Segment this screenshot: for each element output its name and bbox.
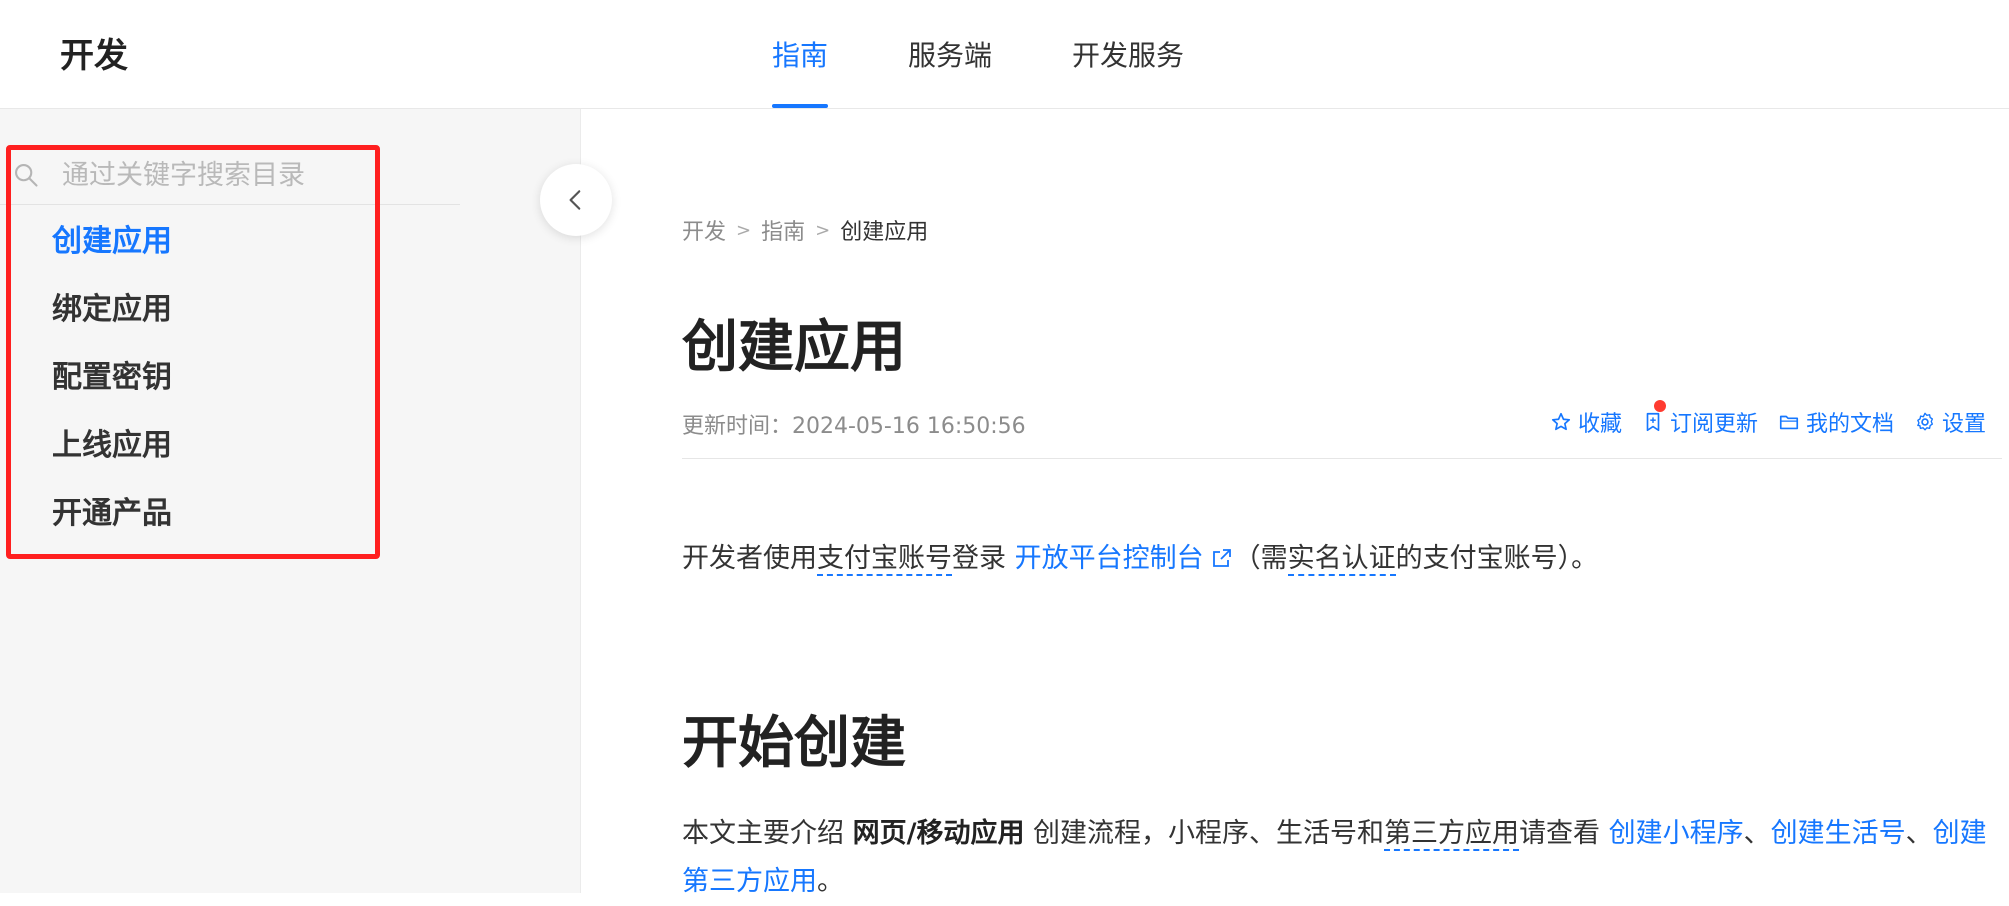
sidebar-item-enable-products[interactable]: 开通产品 [52,490,172,558]
text: 、 [1743,818,1771,849]
term-alipay-account[interactable]: 支付宝账号 [817,543,952,576]
breadcrumb: 开发 > 指南 > 创建应用 [682,214,928,246]
gear-icon [1917,412,1934,431]
updated-time: 更新时间：2024-05-16 16:50:56 [682,414,1026,439]
term-third-party-app[interactable]: 第三方应用 [1384,818,1520,851]
my-docs-button[interactable]: 我的文档 [1778,406,1894,438]
breadcrumb-parent[interactable]: 指南 [761,214,805,246]
page-title: 创建应用 [682,315,906,380]
favorite-button[interactable]: 收藏 [1550,406,1622,438]
console-link[interactable]: 开放平台控制台 [1015,543,1234,574]
breadcrumb-current: 创建应用 [840,220,929,245]
top-nav: 指南 服务端 开发服务 [772,0,1264,108]
sidebar-item-bind-app[interactable]: 绑定应用 [52,286,172,354]
breadcrumb-separator: > [815,219,831,241]
text: 。 [817,866,844,897]
external-link-icon [1212,549,1231,567]
term-real-name-auth[interactable]: 实名认证 [1287,543,1396,576]
star-icon [1551,412,1571,431]
breadcrumb-separator: > [736,219,752,241]
text: 创建流程，小程序、生活号和 [1024,818,1385,849]
sidebar-item-launch-app[interactable]: 上线应用 [52,422,172,490]
text: 的支付宝账号）。 [1395,543,1599,574]
text: 登录 [952,543,1015,574]
text: 请查看 [1519,818,1609,849]
breadcrumb-root[interactable]: 开发 [682,214,726,246]
search-input[interactable] [60,158,444,192]
text: 、 [1905,818,1933,849]
settings-label: 设置 [1941,412,1986,437]
folder-icon [1779,415,1799,430]
favorite-label: 收藏 [1577,412,1622,437]
search-icon [15,164,38,187]
create-life-account-link[interactable]: 创建生活号 [1771,818,1906,849]
collapse-sidebar-button[interactable] [540,164,612,236]
subscribe-button[interactable]: 订阅更新 [1642,400,1758,438]
sidebar-item-config-keys[interactable]: 配置密钥 [52,354,172,422]
sidebar-search [0,146,460,205]
section-title: 开始创建 [682,711,906,776]
text: 本文主要介绍 [682,818,853,849]
text: 开发者使用 [682,543,817,574]
tab-server[interactable]: 服务端 [908,0,992,108]
chevron-left-icon [569,190,581,210]
bookmark-icon [1646,412,1660,432]
top-header: 开发 指南 服务端 开发服务 [0,0,2009,109]
meta-row: 更新时间：2024-05-16 16:50:56 收藏 订阅更新 我的文档 设置 [682,400,2002,459]
sidebar-item-create-app[interactable]: 创建应用 [52,218,172,286]
create-mini-program-link[interactable]: 创建小程序 [1609,818,1744,849]
console-link-label: 开放平台控制台 [1014,543,1204,574]
settings-button[interactable]: 设置 [1914,406,1986,438]
sidebar-menu: 创建应用 绑定应用 配置密钥 上线应用 开通产品 [52,218,172,558]
section-paragraph: 本文主要介绍 网页/移动应用 创建流程，小程序、生活号和第三方应用请查看 创建小… [682,810,2002,906]
text: （需 [1233,543,1288,574]
tab-dev-services[interactable]: 开发服务 [1072,0,1184,108]
brand-title[interactable]: 开发 [60,28,128,77]
notification-dot [1653,400,1666,412]
intro-paragraph: 开发者使用支付宝账号登录 开放平台控制台 （需实名认证的支付宝账号）。 [682,536,1599,576]
bold-text: 网页/移动应用 [852,818,1025,849]
subscribe-label: 订阅更新 [1669,412,1758,437]
doc-actions: 收藏 订阅更新 我的文档 设置 [1550,400,1986,438]
tab-guide[interactable]: 指南 [772,0,829,108]
my-docs-label: 我的文档 [1805,412,1894,437]
